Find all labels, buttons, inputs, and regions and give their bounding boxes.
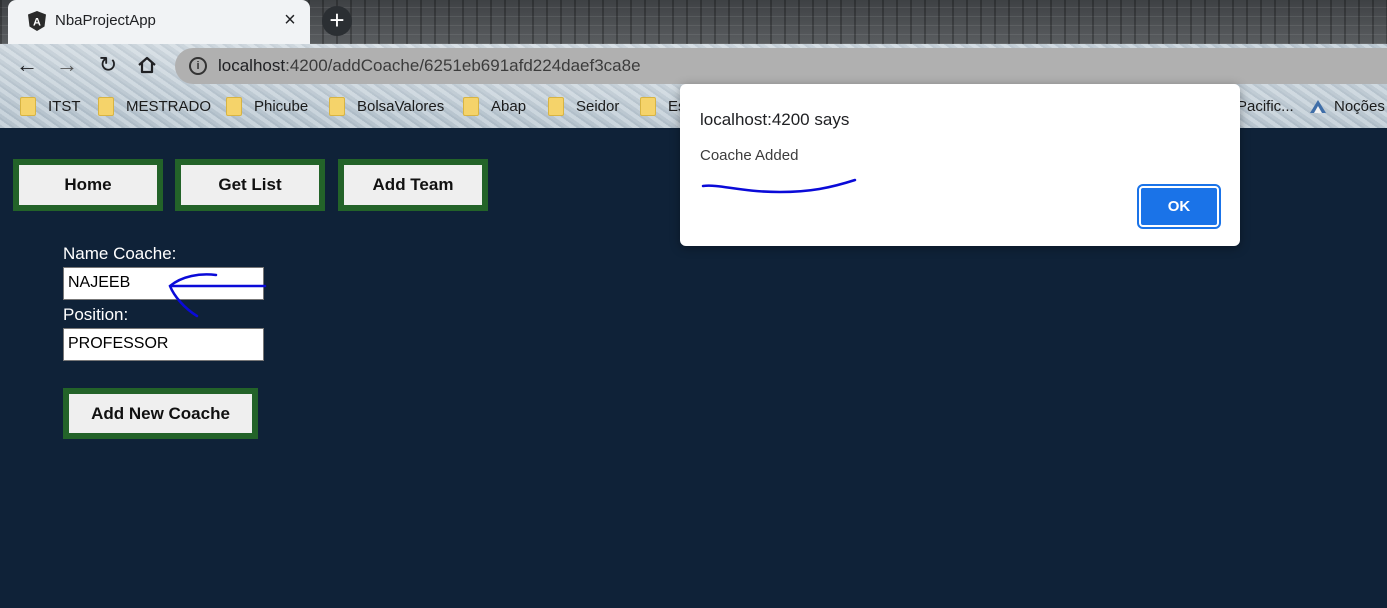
url-host: localhost: [218, 56, 286, 75]
alert-dialog: localhost:4200 says Coache Added OK: [680, 84, 1240, 246]
bookmark-phicube[interactable]: Phicube: [226, 95, 308, 117]
ok-button[interactable]: OK: [1137, 184, 1221, 229]
reload-icon[interactable]: ↻: [96, 53, 120, 77]
name-coache-input[interactable]: NAJEEB: [63, 267, 264, 300]
bookmark-label: Noções: [1334, 97, 1385, 115]
folder-icon: [463, 96, 479, 116]
position-input[interactable]: PROFESSOR: [63, 328, 264, 361]
bookmark-abap[interactable]: Abap: [463, 95, 526, 117]
folder-icon: [226, 96, 242, 116]
bookmark-nocoes[interactable]: Noções: [1308, 95, 1385, 117]
get-list-button[interactable]: Get List: [175, 159, 325, 211]
browser-toolbar: ← → ↻ i localhost:4200/addCoache/6251eb6…: [0, 44, 1387, 86]
bookmark-label: BolsaValores: [357, 97, 445, 115]
bookmark-label: Pacific...: [1237, 97, 1294, 115]
info-icon[interactable]: i: [189, 57, 207, 75]
svg-text:A: A: [33, 17, 41, 29]
bookmark-seidor[interactable]: Seidor: [548, 95, 619, 117]
alert-title: localhost:4200 says: [700, 110, 850, 129]
bookmark-itst[interactable]: ITST: [20, 95, 81, 117]
add-new-coache-button[interactable]: Add New Coache: [63, 388, 258, 439]
url-text[interactable]: localhost:4200/addCoache/6251eb691afd224…: [218, 56, 641, 76]
new-tab-button[interactable]: +: [322, 6, 352, 36]
bookmark-pacific[interactable]: Pacific...: [1237, 95, 1294, 117]
home-button[interactable]: Home: [13, 159, 163, 211]
bookmark-label: ITST: [48, 97, 81, 115]
close-icon[interactable]: ×: [280, 10, 300, 30]
hand-drawn-underline-annotation: [701, 178, 857, 194]
address-bar[interactable]: i localhost:4200/addCoache/6251eb691afd2…: [175, 48, 1387, 84]
tab-strip: A NbaProjectApp × +: [0, 0, 1387, 44]
name-coache-label: Name Coache:: [63, 244, 177, 263]
url-path: :4200/addCoache/6251eb691afd224daef3ca8e: [285, 56, 641, 75]
forward-arrow-icon[interactable]: →: [55, 53, 79, 77]
add-team-button-label: Add Team: [344, 165, 482, 205]
bookmark-label: Seidor: [576, 97, 620, 115]
folder-icon: [20, 96, 36, 116]
back-arrow-icon[interactable]: ←: [15, 53, 39, 77]
bookmark-es[interactable]: Es: [640, 95, 686, 117]
get-list-button-label: Get List: [181, 165, 319, 205]
browser-tab[interactable]: A NbaProjectApp ×: [8, 0, 310, 44]
bookmark-label: MESTRADO: [126, 97, 212, 115]
home-icon[interactable]: [136, 54, 158, 76]
folder-icon: [548, 96, 564, 116]
alert-message: Coache Added: [700, 147, 799, 164]
folder-icon: [640, 96, 656, 116]
bookmark-bolsavalores[interactable]: BolsaValores: [329, 95, 444, 117]
add-new-coache-label: Add New Coache: [69, 394, 252, 433]
tab-title: NbaProjectApp: [55, 12, 156, 29]
bookmark-label: Phicube: [254, 97, 309, 115]
mountain-icon: [1310, 100, 1326, 113]
folder-icon: [98, 96, 114, 116]
add-team-button[interactable]: Add Team: [338, 159, 488, 211]
position-label: Position:: [63, 305, 129, 324]
bookmark-label: Abap: [491, 97, 527, 115]
folder-icon: [329, 96, 345, 116]
home-button-label: Home: [19, 165, 157, 205]
bookmark-mestrado[interactable]: MESTRADO: [98, 95, 211, 117]
angular-icon: A: [28, 11, 46, 31]
